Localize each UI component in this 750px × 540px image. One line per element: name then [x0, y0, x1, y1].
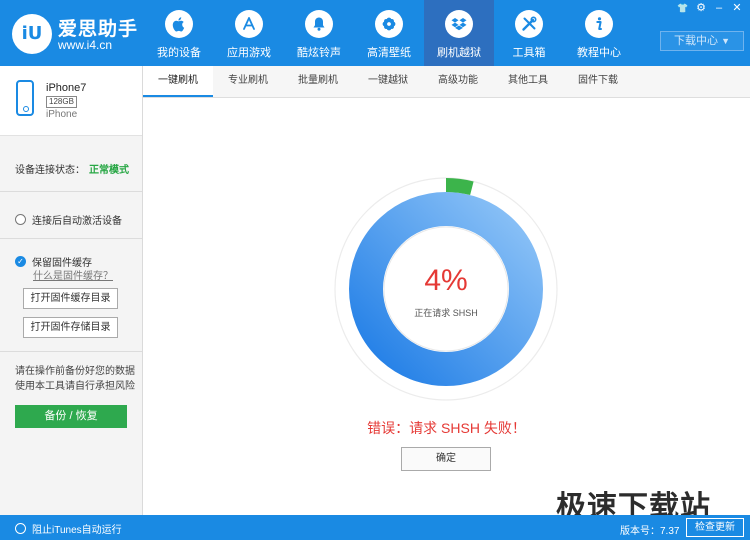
progress-percent: 4% [424, 264, 468, 297]
check-update-button[interactable]: 检查更新 [686, 518, 744, 537]
tab-firmware-download[interactable]: 固件下载 [563, 66, 633, 97]
sidebar: iPhone7 128GB iPhone 设备连接状态： 正常模式 连接后自动激活… [0, 66, 143, 515]
apple-icon [165, 10, 193, 38]
bottom-bar: 阻止iTunes自动运行 版本号：7.37 检查更新 [0, 515, 750, 540]
progress-arc [445, 178, 474, 196]
error-message: 错误：请求 SHSH 失败！ [367, 420, 526, 436]
nav-label: 高清壁纸 [367, 47, 411, 59]
open-storage-dir-button[interactable]: 打开固件存储目录 [23, 317, 118, 338]
shirt-skin-icon[interactable]: 👕 [676, 2, 690, 14]
close-icon[interactable]: ✕ [730, 2, 744, 14]
auto-activate-label: 连接后自动激活设备 [32, 216, 122, 227]
radio-icon [15, 214, 26, 225]
minimize-icon[interactable]: – [712, 2, 726, 14]
open-cache-dir-button[interactable]: 打开固件缓存目录 [23, 288, 118, 309]
bell-icon [305, 10, 333, 38]
main-nav: 我的设备 应用游戏 酷炫铃声 高清壁纸 刷机越狱 工具箱 教程中心 [144, 0, 634, 66]
device-name: iPhone7 [46, 82, 87, 94]
auto-activate-option[interactable]: 连接后自动激活设备 [15, 212, 122, 227]
what-is-cache-link[interactable]: 什么是固件缓存？ [33, 267, 113, 282]
nav-wallpapers[interactable]: 高清壁纸 [354, 0, 424, 66]
connection-status: 设备连接状态： 正常模式 [15, 161, 129, 176]
nav-label: 应用游戏 [227, 47, 271, 59]
connection-status-label: 设备连接状态： [15, 165, 85, 176]
main-panel: 4% 正在请求 SHSH 错误：请求 SHSH 失败！ 确定 [143, 98, 750, 515]
progress-status: 正在请求 SHSH [414, 308, 478, 318]
nav-ringtones[interactable]: 酷炫铃声 [284, 0, 354, 66]
gear-icon[interactable]: ⚙ [694, 2, 708, 14]
phone-icon [16, 80, 34, 116]
nav-label: 我的设备 [157, 47, 201, 59]
nav-my-device[interactable]: 我的设备 [144, 0, 214, 66]
tab-one-click-flash[interactable]: 一键刷机 [143, 66, 213, 97]
nav-label: 教程中心 [577, 47, 621, 59]
connection-status-value: 正常模式 [89, 165, 129, 176]
download-center-label: 下载中心 [674, 35, 718, 47]
tab-one-click-jailbreak[interactable]: 一键越狱 [353, 66, 423, 97]
logo-badge-icon: iU [12, 14, 52, 54]
nav-label: 刷机越狱 [437, 47, 481, 59]
block-itunes-option[interactable]: 阻止iTunes自动运行 [15, 521, 122, 536]
nav-label: 工具箱 [512, 47, 546, 59]
tab-advanced[interactable]: 高级功能 [423, 66, 493, 97]
info-icon [585, 10, 613, 38]
tab-bar: 一键刷机 专业刷机 批量刷机 一键越狱 高级功能 其他工具 固件下载 [143, 66, 750, 98]
divider [0, 191, 142, 192]
wrench-icon [515, 10, 543, 38]
nav-tutorials[interactable]: 教程中心 [564, 0, 634, 66]
backup-warning: 请在操作前备份好您的数据使用本工具请自行承担风险 [15, 366, 135, 392]
divider [0, 238, 142, 239]
device-info: iPhone7 128GB iPhone [0, 66, 142, 136]
divider [0, 351, 142, 352]
tab-batch-flash[interactable]: 批量刷机 [283, 66, 353, 97]
radio-icon [15, 523, 26, 534]
top-header: iU 爱思助手 www.i4.cn 我的设备 应用游戏 酷炫铃声 高清壁纸 刷机… [0, 0, 750, 66]
progress-ring: 4% 正在请求 SHSH [333, 176, 559, 402]
nav-label: 酷炫铃声 [297, 47, 341, 59]
nav-toolbox[interactable]: 工具箱 [494, 0, 564, 66]
app-store-icon [235, 10, 263, 38]
nav-apps-games[interactable]: 应用游戏 [214, 0, 284, 66]
app-title: 爱思助手 [58, 19, 139, 40]
app-url: www.i4.cn [58, 38, 113, 52]
device-type: iPhone [46, 109, 78, 120]
flower-icon [375, 10, 403, 38]
chevron-down-icon: ▼ [721, 36, 730, 46]
version-label: 版本号：7.37 [620, 526, 680, 537]
backup-restore-button[interactable]: 备份 / 恢复 [15, 405, 127, 428]
check-icon: ✓ [15, 256, 26, 267]
window-controls: 👕 ⚙ – ✕ [676, 2, 744, 14]
tab-pro-flash[interactable]: 专业刷机 [213, 66, 283, 97]
nav-flash-jailbreak[interactable]: 刷机越狱 [424, 0, 494, 66]
device-capacity-badge: 128GB [46, 96, 77, 108]
tab-other-tools[interactable]: 其他工具 [493, 66, 563, 97]
download-center-button[interactable]: 下载中心 ▼ [660, 31, 744, 51]
dropbox-box-icon [445, 10, 473, 38]
block-itunes-label: 阻止iTunes自动运行 [32, 525, 122, 536]
ok-button[interactable]: 确定 [401, 447, 491, 471]
